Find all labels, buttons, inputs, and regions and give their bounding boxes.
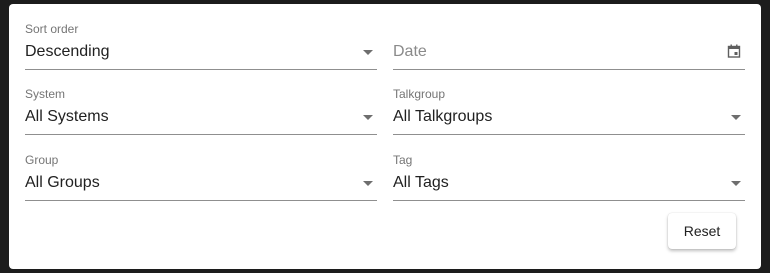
talkgroup-label: Talkgroup <box>393 87 446 101</box>
sort-order-label: Sort order <box>25 22 79 36</box>
sort-order-select[interactable]: Sort order Descending <box>25 12 377 70</box>
tag-value: All Tags <box>393 174 449 191</box>
talkgroup-underline <box>393 134 745 135</box>
chevron-down-icon <box>363 50 373 55</box>
group-select[interactable]: Group All Groups <box>25 143 377 201</box>
chevron-down-icon <box>731 181 741 186</box>
chevron-down-icon <box>363 181 373 186</box>
sort-order-value: Descending <box>25 43 110 60</box>
system-underline <box>25 134 377 135</box>
tag-underline <box>393 200 745 201</box>
date-placeholder: Date <box>393 43 427 60</box>
tag-label: Tag <box>393 153 413 167</box>
sort-order-underline <box>25 69 377 70</box>
group-value: All Groups <box>25 174 100 191</box>
reset-button[interactable]: Reset <box>668 213 736 249</box>
chevron-down-icon <box>731 115 741 120</box>
calendar-icon[interactable] <box>727 44 741 58</box>
chevron-down-icon <box>363 115 373 120</box>
date-field[interactable]: Date <box>393 12 745 70</box>
date-underline <box>393 69 745 70</box>
system-label: System <box>25 87 66 101</box>
filter-panel: Sort order Descending Date System All Sy… <box>9 4 761 269</box>
talkgroup-value: All Talkgroups <box>393 108 493 125</box>
talkgroup-select[interactable]: Talkgroup All Talkgroups <box>393 77 745 135</box>
system-value: All Systems <box>25 108 109 125</box>
group-underline <box>25 200 377 201</box>
system-select[interactable]: System All Systems <box>25 77 377 135</box>
group-label: Group <box>25 153 59 167</box>
tag-select[interactable]: Tag All Tags <box>393 143 745 201</box>
